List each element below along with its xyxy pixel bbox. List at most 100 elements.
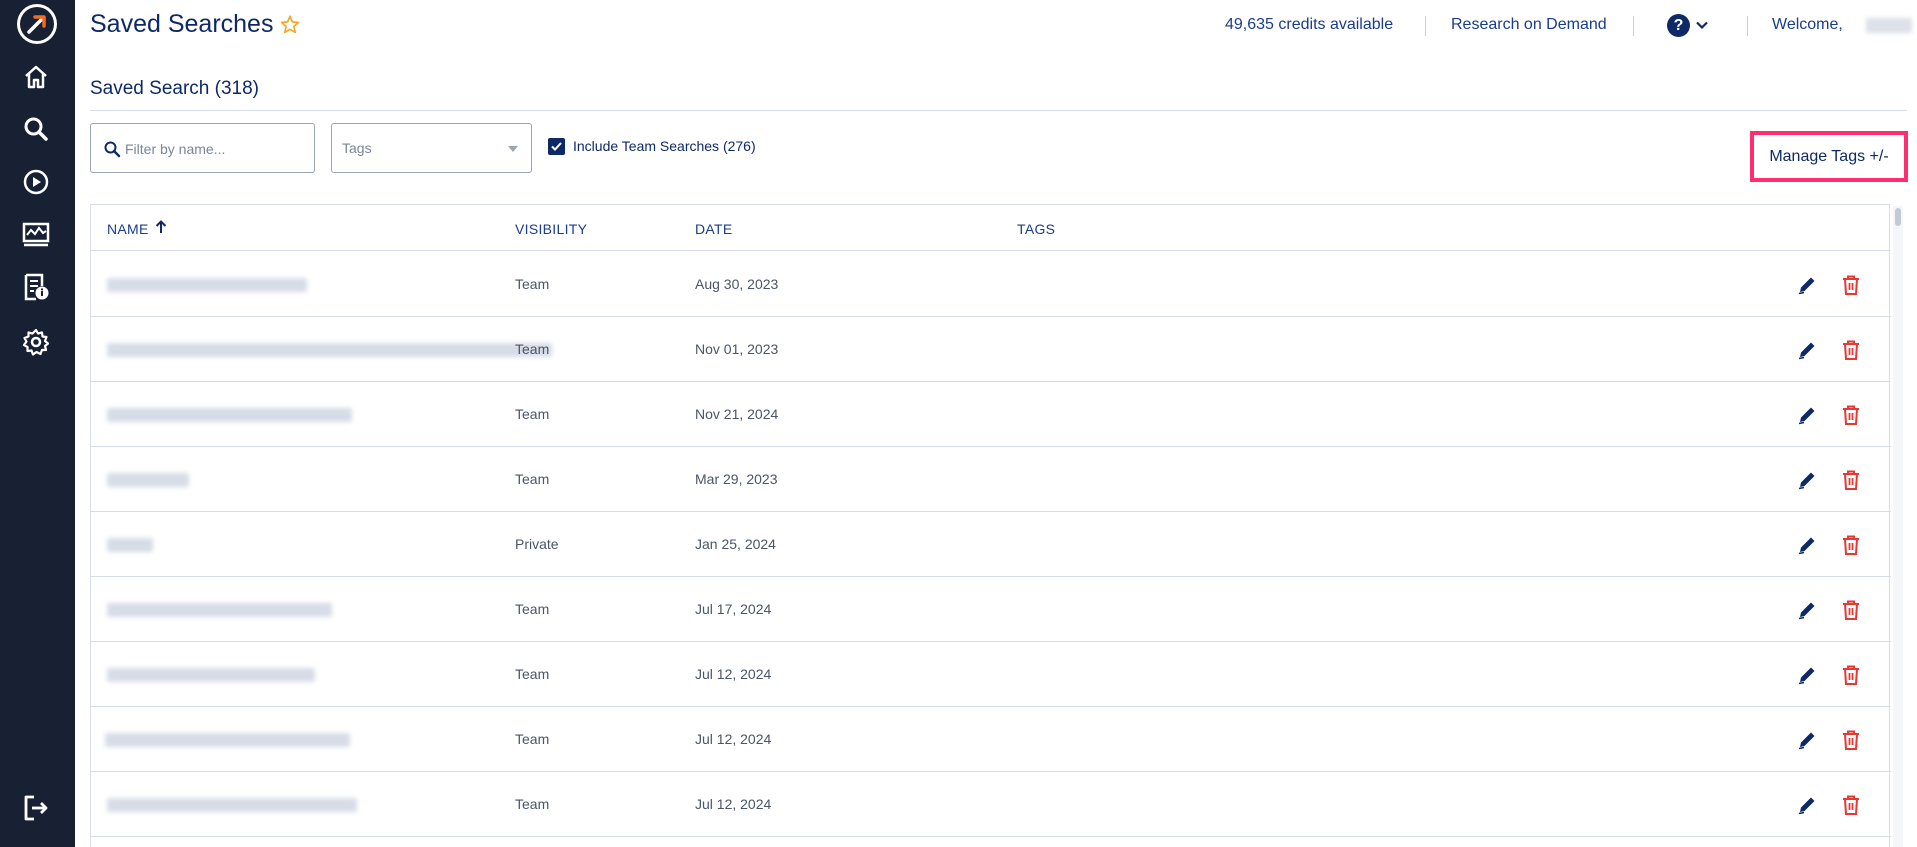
delete-button[interactable]	[1841, 729, 1861, 751]
trash-icon	[1843, 795, 1859, 815]
research-on-demand-link[interactable]: Research on Demand	[1451, 16, 1607, 34]
visibility-cell: Team	[515, 406, 550, 422]
logo-arrow-icon	[20, 7, 54, 41]
table-row[interactable]: Team Mar 29, 2023	[91, 447, 1891, 512]
search-name-redacted[interactable]	[107, 343, 552, 357]
trash-icon	[1843, 470, 1859, 490]
search-name-redacted[interactable]	[107, 538, 153, 552]
favorite-star-icon[interactable]	[279, 14, 301, 36]
pencil-icon	[1798, 602, 1815, 620]
trash-icon	[1843, 340, 1859, 360]
sidebar-item-home[interactable]	[21, 62, 51, 92]
sidebar-item-search[interactable]	[21, 114, 51, 144]
monitor-chart-icon	[22, 222, 50, 247]
visibility-cell: Team	[515, 276, 550, 292]
sort-ascending-icon[interactable]	[155, 220, 167, 234]
welcome-text: Welcome,	[1772, 16, 1843, 33]
date-cell: Jul 17, 2024	[695, 601, 772, 617]
table-row[interactable]: Team Nov 01, 2023	[91, 317, 1891, 382]
search-name-redacted[interactable]	[107, 668, 315, 682]
edit-button[interactable]	[1796, 664, 1818, 686]
search-name-redacted[interactable]	[105, 733, 350, 747]
search-name-redacted[interactable]	[107, 473, 189, 487]
table-row[interactable]: Team Nov 21, 2024	[91, 382, 1891, 447]
header-divider	[1633, 16, 1634, 36]
search-icon	[104, 141, 121, 158]
edit-button[interactable]	[1796, 534, 1818, 556]
help-button[interactable]: ?	[1667, 14, 1690, 37]
edit-button[interactable]	[1796, 599, 1818, 621]
pencil-icon	[1798, 342, 1815, 360]
pencil-icon	[1798, 732, 1815, 750]
edit-button[interactable]	[1796, 404, 1818, 426]
date-cell: Mar 29, 2023	[695, 471, 778, 487]
visibility-cell: Team	[515, 666, 550, 682]
delete-button[interactable]	[1841, 534, 1861, 556]
table-row[interactable]: Team Jul 17, 2024	[91, 577, 1891, 642]
delete-button[interactable]	[1841, 274, 1861, 296]
column-header-visibility[interactable]: VISIBILITY	[515, 221, 587, 237]
caret-down-icon	[508, 146, 518, 152]
visibility-cell: Team	[515, 471, 550, 487]
include-team-searches-checkbox[interactable]	[548, 138, 565, 155]
delete-button[interactable]	[1841, 599, 1861, 621]
table-row[interactable]: Team Jul 12, 2024	[91, 772, 1891, 837]
scrollbar-thumb[interactable]	[1895, 208, 1901, 226]
brand-logo[interactable]	[17, 4, 57, 44]
search-name-redacted[interactable]	[107, 603, 332, 617]
visibility-cell: Private	[515, 536, 559, 552]
table-header: NAME VISIBILITY DATE TAGS	[91, 205, 1891, 251]
section-title: Saved Search (318)	[90, 78, 259, 99]
date-cell: Nov 21, 2024	[695, 406, 779, 422]
table-row[interactable]: Team Jul 12, 2024	[91, 707, 1891, 772]
include-team-searches-label[interactable]: Include Team Searches (276)	[573, 138, 756, 154]
username-redacted	[1866, 18, 1912, 33]
report-info-icon	[24, 273, 49, 301]
sidebar-item-play[interactable]	[21, 167, 51, 197]
trash-icon	[1843, 535, 1859, 555]
chevron-down-icon[interactable]	[1695, 18, 1709, 32]
visibility-cell: Team	[515, 796, 550, 812]
date-cell: Aug 30, 2023	[695, 276, 779, 292]
delete-button[interactable]	[1841, 664, 1861, 686]
page-title: Saved Searches	[90, 10, 274, 38]
pencil-icon	[1798, 277, 1815, 295]
visibility-cell: Team	[515, 341, 550, 357]
date-cell: Jan 25, 2024	[695, 536, 776, 552]
sidebar-item-settings[interactable]	[21, 327, 51, 357]
logout-button[interactable]	[21, 793, 51, 823]
table-row[interactable]: Private Jan 25, 2024	[91, 512, 1891, 577]
table-row[interactable]: Team Aug 30, 2023	[91, 252, 1891, 317]
pencil-icon	[1798, 537, 1815, 555]
delete-button[interactable]	[1841, 469, 1861, 491]
filter-by-name-input[interactable]	[125, 138, 305, 160]
edit-button[interactable]	[1796, 339, 1818, 361]
trash-icon	[1843, 665, 1859, 685]
search-name-redacted[interactable]	[107, 278, 307, 292]
tags-dropdown[interactable]: Tags	[331, 123, 532, 173]
table-row[interactable]: Team Jul 12, 2024	[91, 642, 1891, 707]
sidebar	[0, 0, 75, 847]
edit-button[interactable]	[1796, 274, 1818, 296]
trash-icon	[1843, 600, 1859, 620]
edit-button[interactable]	[1796, 729, 1818, 751]
sidebar-item-monitor[interactable]	[21, 219, 51, 249]
search-name-redacted[interactable]	[107, 408, 352, 422]
delete-button[interactable]	[1841, 404, 1861, 426]
edit-button[interactable]	[1796, 469, 1818, 491]
search-name-redacted[interactable]	[107, 798, 357, 812]
manage-tags-button[interactable]: Manage Tags +/-	[1750, 131, 1908, 182]
header-divider	[1425, 16, 1426, 36]
delete-button[interactable]	[1841, 794, 1861, 816]
column-header-date[interactable]: DATE	[695, 221, 733, 237]
date-cell: Nov 01, 2023	[695, 341, 779, 357]
sidebar-item-reports[interactable]	[21, 272, 51, 302]
edit-button[interactable]	[1796, 794, 1818, 816]
pencil-icon	[1798, 797, 1815, 815]
table-scrollbar[interactable]	[1893, 206, 1903, 847]
filter-by-name-field[interactable]	[90, 123, 315, 173]
play-icon	[23, 169, 49, 195]
column-header-name[interactable]: NAME	[107, 221, 149, 237]
pencil-icon	[1798, 472, 1815, 490]
delete-button[interactable]	[1841, 339, 1861, 361]
